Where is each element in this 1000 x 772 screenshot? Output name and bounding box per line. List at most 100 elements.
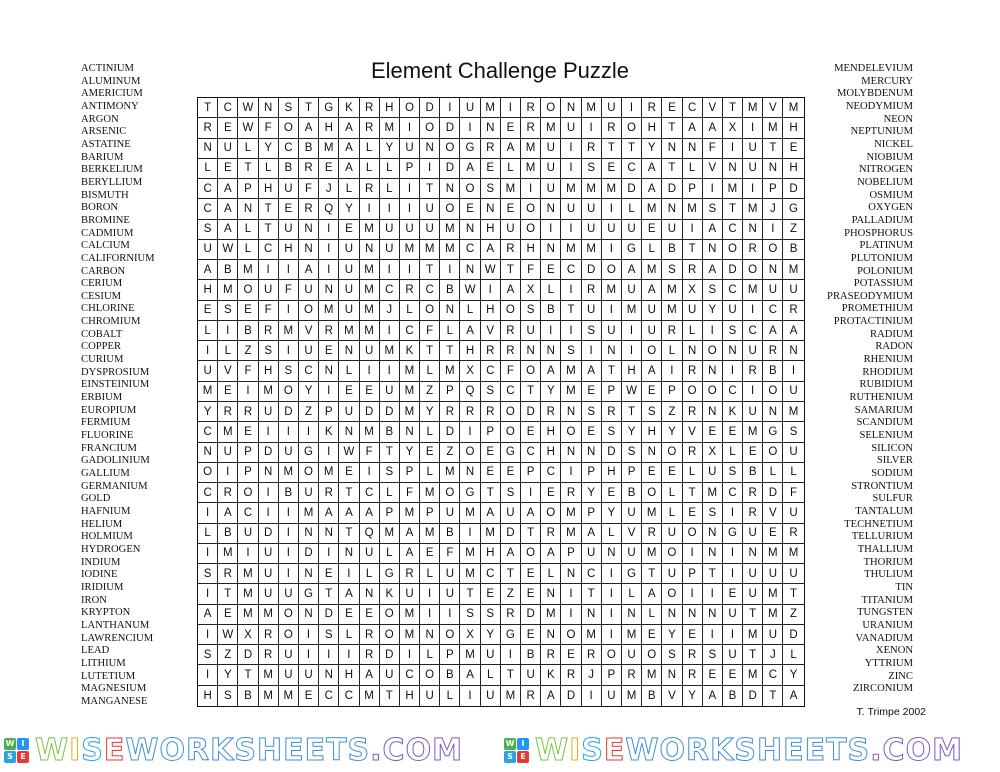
- grid-cell: B: [783, 240, 804, 261]
- grid-cell: N: [763, 158, 784, 180]
- grid-cell: M: [743, 199, 764, 220]
- grid-cell: G: [783, 199, 804, 220]
- grid-cell: E: [722, 665, 744, 686]
- grid-cell: C: [722, 381, 744, 402]
- word-list-item: ANTIMONY: [81, 100, 139, 112]
- grid-cell: N: [662, 604, 683, 625]
- grid-cell: M: [521, 138, 542, 159]
- grid-cell: L: [642, 604, 663, 625]
- grid-cell: T: [420, 179, 441, 200]
- grid-cell: M: [359, 280, 380, 301]
- grid-cell: R: [743, 361, 764, 382]
- grid-cell: O: [198, 462, 219, 484]
- grid-cell: S: [702, 199, 723, 220]
- grid-cell: I: [601, 564, 622, 585]
- grid-cell: Q: [319, 199, 340, 220]
- grid-cell: U: [420, 685, 441, 706]
- grid-cell: U: [198, 239, 219, 261]
- grid-cell: A: [218, 503, 239, 524]
- grid-cell: C: [722, 219, 744, 240]
- word-list-item: THORIUM: [863, 556, 913, 568]
- grid-cell: H: [400, 685, 421, 706]
- grid-cell: L: [440, 685, 461, 706]
- grid-cell: G: [460, 138, 481, 159]
- grid-cell: I: [743, 381, 764, 402]
- grid-cell: D: [440, 422, 461, 443]
- word-list-item: EINSTEINIUM: [81, 379, 150, 391]
- grid-cell: I: [460, 523, 481, 544]
- grid-cell: T: [662, 158, 683, 180]
- grid-cell: U: [399, 219, 421, 240]
- grid-cell: I: [278, 564, 299, 585]
- grid-cell: I: [662, 361, 683, 382]
- grid-cell: M: [279, 685, 299, 706]
- grid-cell: R: [783, 301, 804, 321]
- grid-cell: M: [238, 584, 259, 605]
- grid-cell: R: [440, 401, 461, 423]
- word-list-item: ALUMINUM: [81, 75, 141, 87]
- grid-cell: U: [440, 564, 461, 585]
- grid-cell: U: [743, 138, 764, 159]
- grid-cell: U: [642, 300, 663, 321]
- grid-cell: L: [339, 361, 360, 382]
- grid-cell: D: [238, 645, 259, 666]
- grid-cell: C: [460, 239, 481, 261]
- grid-cell: M: [359, 300, 380, 321]
- grid-cell: T: [702, 564, 723, 585]
- grid-cell: O: [420, 665, 441, 686]
- grid-cell: M: [420, 523, 441, 544]
- grid-cell: S: [581, 320, 602, 342]
- grid-cell: I: [743, 300, 764, 321]
- grid-cell: U: [743, 341, 764, 362]
- grid-cell: T: [339, 483, 360, 504]
- grid-cell: A: [541, 685, 562, 706]
- watermark-text: WISEWORKSHEETS.COM: [34, 732, 463, 768]
- grid-cell: E: [642, 624, 663, 646]
- word-list-item: SULFUR: [872, 493, 913, 505]
- grid-cell: I: [319, 260, 340, 281]
- grid-cell: M: [763, 543, 784, 565]
- grid-cell: I: [783, 361, 804, 382]
- grid-cell: M: [399, 361, 421, 382]
- grid-cell: B: [642, 685, 663, 706]
- grid-cell: D: [621, 179, 643, 200]
- grid-cell: D: [500, 523, 521, 544]
- grid-cell: S: [621, 442, 643, 463]
- grid-cell: T: [662, 118, 683, 139]
- grid-cell: A: [500, 543, 521, 565]
- grid-cell: L: [642, 239, 663, 261]
- word-list-item: PLUTONIUM: [850, 252, 913, 264]
- grid-cell: I: [278, 260, 299, 281]
- grid-cell: S: [783, 422, 804, 443]
- grid-cell: N: [258, 98, 279, 119]
- grid-cell: N: [541, 624, 562, 646]
- grid-cell: D: [521, 401, 542, 423]
- grid-cell: U: [682, 300, 703, 321]
- grid-cell: U: [359, 543, 380, 565]
- grid-cell: C: [399, 320, 421, 342]
- grid-cell: O: [702, 341, 723, 362]
- grid-cell: R: [258, 645, 279, 666]
- grid-cell: P: [621, 462, 643, 484]
- grid-cell: N: [440, 179, 461, 200]
- grid-cell: I: [359, 361, 380, 382]
- grid-cell: T: [500, 665, 521, 686]
- grid-cell: T: [621, 401, 643, 423]
- word-list-item: RUBIDIUM: [859, 379, 913, 391]
- grid-cell: Y: [662, 624, 683, 646]
- grid-cell: U: [521, 320, 542, 342]
- grid-cell: N: [440, 300, 461, 321]
- grid-cell: U: [541, 158, 562, 180]
- grid-cell: T: [783, 584, 804, 605]
- grid-cell: I: [359, 199, 380, 220]
- grid-cell: A: [399, 543, 421, 565]
- grid-cell: F: [500, 361, 521, 382]
- grid-cell: Z: [662, 401, 683, 423]
- grid-cell: L: [198, 320, 219, 342]
- grid-cell: R: [763, 341, 784, 362]
- grid-cell: N: [198, 442, 219, 463]
- word-list-item: ZIRCONIUM: [852, 683, 913, 695]
- grid-cell: E: [238, 422, 259, 443]
- grid-cell: Y: [258, 138, 279, 159]
- word-list-item: OXYGEN: [868, 202, 913, 214]
